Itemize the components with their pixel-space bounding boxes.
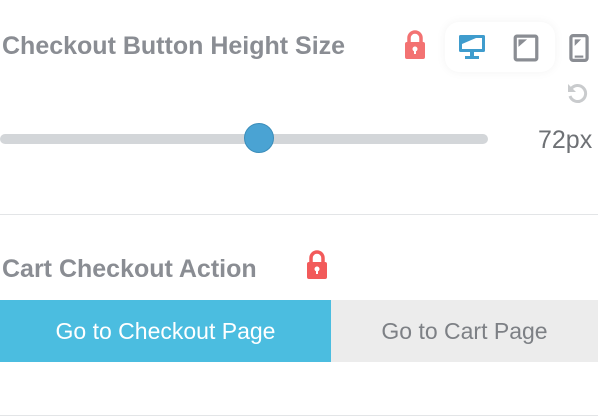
tablet-icon[interactable] [512, 34, 540, 62]
mobile-icon[interactable] [565, 34, 593, 62]
lock-icon[interactable] [404, 30, 426, 60]
lock-icon[interactable] [306, 250, 328, 280]
height-size-label: Checkout Button Height Size [2, 32, 346, 60]
height-value: 72px [538, 126, 593, 154]
go-to-checkout-option[interactable]: Go to Checkout Page [0, 300, 331, 362]
divider [0, 415, 598, 416]
go-to-cart-option[interactable]: Go to Cart Page [331, 300, 598, 362]
desktop-icon[interactable] [458, 33, 486, 61]
reset-icon[interactable] [566, 82, 588, 104]
divider [0, 214, 598, 215]
height-slider-thumb[interactable] [243, 123, 274, 153]
checkout-action-label: Cart Checkout Action [2, 255, 257, 283]
